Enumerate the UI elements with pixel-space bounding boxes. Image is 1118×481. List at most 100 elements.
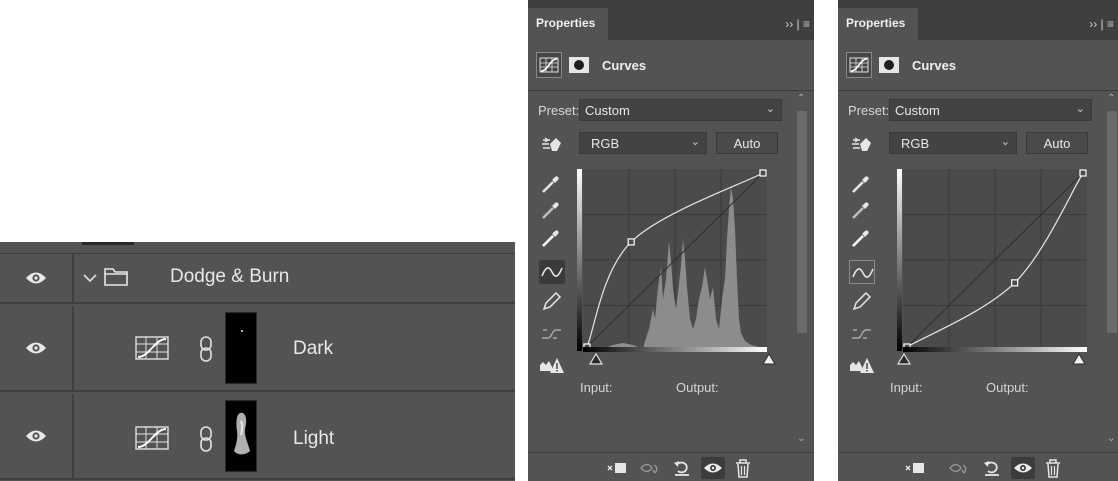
clipping-warning-icon[interactable] — [849, 358, 875, 381]
panel-menu-controls[interactable]: ›› | ≡ — [1089, 17, 1114, 31]
curves-adjustment-icon[interactable] — [846, 52, 872, 78]
curves-graph[interactable] — [903, 169, 1087, 351]
panel-menu-controls[interactable]: ›› | ≡ — [785, 17, 810, 31]
clip-to-layer-button[interactable] — [904, 457, 928, 479]
divider — [528, 90, 814, 91]
toggle-visibility-icon[interactable] — [1011, 463, 1035, 481]
clipping-warning-tool[interactable] — [539, 355, 565, 379]
gray-point-eyedropper-icon[interactable] — [849, 202, 873, 226]
panel-tab-bar: Properties ›› | ≡ — [528, 0, 814, 40]
view-previous-state-button[interactable] — [948, 457, 972, 479]
white-point-eyedropper-tool[interactable] — [849, 226, 875, 250]
preset-label: Preset: — [538, 103, 580, 118]
white-input-slider-icon[interactable] — [762, 352, 776, 370]
properties-panel-1: Properties ›› | ≡ Curves Preset: Custom … — [528, 0, 814, 481]
clipping-warning-tool[interactable] — [849, 355, 875, 379]
edit-points-curve-icon[interactable] — [539, 267, 565, 288]
clip-to-layer-icon[interactable] — [606, 463, 630, 481]
scroll-thumb[interactable] — [797, 111, 807, 333]
trash-icon[interactable] — [731, 459, 755, 481]
black-point-eyedropper-tool[interactable] — [539, 172, 565, 196]
panel-scrollbar[interactable]: ⌃ ⌄ — [796, 93, 808, 446]
tab-properties[interactable]: Properties — [838, 8, 918, 40]
targeted-adjustment-icon[interactable] — [541, 135, 563, 158]
auto-button[interactable]: Auto — [1026, 132, 1088, 154]
mask-icon[interactable] — [879, 57, 899, 73]
toggle-visibility-button[interactable] — [1011, 457, 1035, 479]
eye-icon[interactable] — [25, 341, 47, 355]
chevron-down-icon: ⌄ — [690, 136, 700, 148]
toggle-visibility-button[interactable] — [701, 457, 725, 479]
reset-button[interactable] — [980, 457, 1004, 479]
eye-icon[interactable] — [25, 271, 47, 285]
draw-pencil-icon[interactable] — [849, 291, 873, 318]
curves-adjustment-icon[interactable] — [135, 336, 169, 365]
preset-dropdown[interactable]: Custom ⌄ — [579, 99, 782, 121]
reset-icon[interactable] — [670, 461, 694, 481]
gray-point-eyedropper-tool[interactable] — [539, 198, 565, 222]
draw-pencil-tool[interactable] — [849, 290, 875, 314]
preset-dropdown[interactable]: Custom ⌄ — [889, 99, 1092, 121]
view-previous-state-button[interactable] — [639, 457, 663, 479]
edit-points-curve-tool[interactable] — [849, 260, 875, 284]
visibility-toggle[interactable] — [0, 306, 74, 390]
curves-adjustment-icon[interactable] — [536, 52, 562, 78]
toggle-visibility-icon[interactable] — [701, 463, 725, 481]
layer-name: Dark — [293, 338, 334, 359]
view-previous-state-icon[interactable] — [639, 463, 663, 481]
mask-icon[interactable] — [569, 57, 589, 73]
scroll-up-icon[interactable]: ⌃ — [797, 93, 805, 104]
edit-points-curve-icon[interactable] — [850, 268, 876, 289]
layer-row-light[interactable]: Light — [0, 394, 515, 480]
black-input-slider-icon[interactable] — [588, 352, 604, 370]
scroll-down-icon[interactable]: ⌄ — [1107, 433, 1115, 444]
visibility-toggle[interactable] — [0, 254, 74, 302]
scroll-thumb[interactable] — [1107, 111, 1117, 333]
white-point-eyedropper-tool[interactable] — [539, 226, 565, 250]
curves-graph[interactable] — [583, 169, 767, 351]
channel-dropdown[interactable]: RGB ⌄ — [579, 132, 707, 154]
draw-pencil-icon[interactable] — [539, 291, 563, 318]
layer-row-dark[interactable]: Dark — [0, 306, 515, 392]
clip-to-layer-button[interactable] — [606, 457, 630, 479]
view-previous-state-icon[interactable] — [948, 463, 972, 481]
gray-point-eyedropper-tool[interactable] — [849, 198, 875, 222]
clip-to-layer-icon[interactable] — [904, 463, 928, 481]
link-icon[interactable] — [199, 335, 213, 368]
scroll-down-icon[interactable]: ⌄ — [797, 433, 805, 444]
delete-button[interactable] — [1041, 457, 1065, 479]
input-gradient — [583, 347, 767, 352]
white-point-eyedropper-icon[interactable] — [539, 230, 563, 254]
reset-button[interactable] — [670, 457, 694, 479]
layer-mask-thumbnail[interactable] — [225, 400, 257, 472]
delete-button[interactable] — [731, 457, 755, 479]
black-point-eyedropper-tool[interactable] — [849, 172, 875, 196]
input-label: Input: — [580, 380, 613, 395]
panel-tab-bar: Properties ›› | ≡ — [838, 0, 1118, 40]
black-input-slider-icon[interactable] — [896, 352, 912, 370]
input-label: Input: — [890, 380, 923, 395]
edit-points-curve-tool[interactable] — [539, 260, 565, 284]
visibility-toggle[interactable] — [0, 394, 74, 478]
trash-icon[interactable] — [1041, 459, 1065, 481]
chevron-down-icon[interactable] — [83, 270, 97, 288]
eye-icon[interactable] — [25, 429, 47, 443]
scroll-up-icon[interactable]: ⌃ — [1107, 93, 1115, 104]
white-input-slider-icon[interactable] — [1072, 352, 1086, 370]
tab-properties[interactable]: Properties — [528, 8, 608, 40]
clipping-warning-icon[interactable] — [539, 358, 565, 381]
layer-mask-thumbnail[interactable] — [225, 312, 257, 384]
white-point-eyedropper-icon[interactable] — [849, 230, 873, 254]
targeted-adjustment-icon[interactable] — [851, 135, 873, 158]
layer-group-row[interactable]: Dodge & Burn — [0, 254, 515, 304]
reset-icon[interactable] — [980, 461, 1004, 481]
link-icon[interactable] — [199, 425, 213, 458]
auto-button[interactable]: Auto — [716, 132, 778, 154]
curves-adjustment-icon[interactable] — [135, 426, 169, 455]
adjustment-title: Curves — [602, 58, 647, 73]
gray-point-eyedropper-icon[interactable] — [539, 202, 563, 226]
layers-panel: Dodge & Burn Dark Light — [0, 242, 515, 481]
draw-pencil-tool[interactable] — [539, 290, 565, 314]
panel-scrollbar[interactable]: ⌃ ⌄ — [1106, 93, 1118, 446]
channel-dropdown[interactable]: RGB ⌄ — [889, 132, 1017, 154]
